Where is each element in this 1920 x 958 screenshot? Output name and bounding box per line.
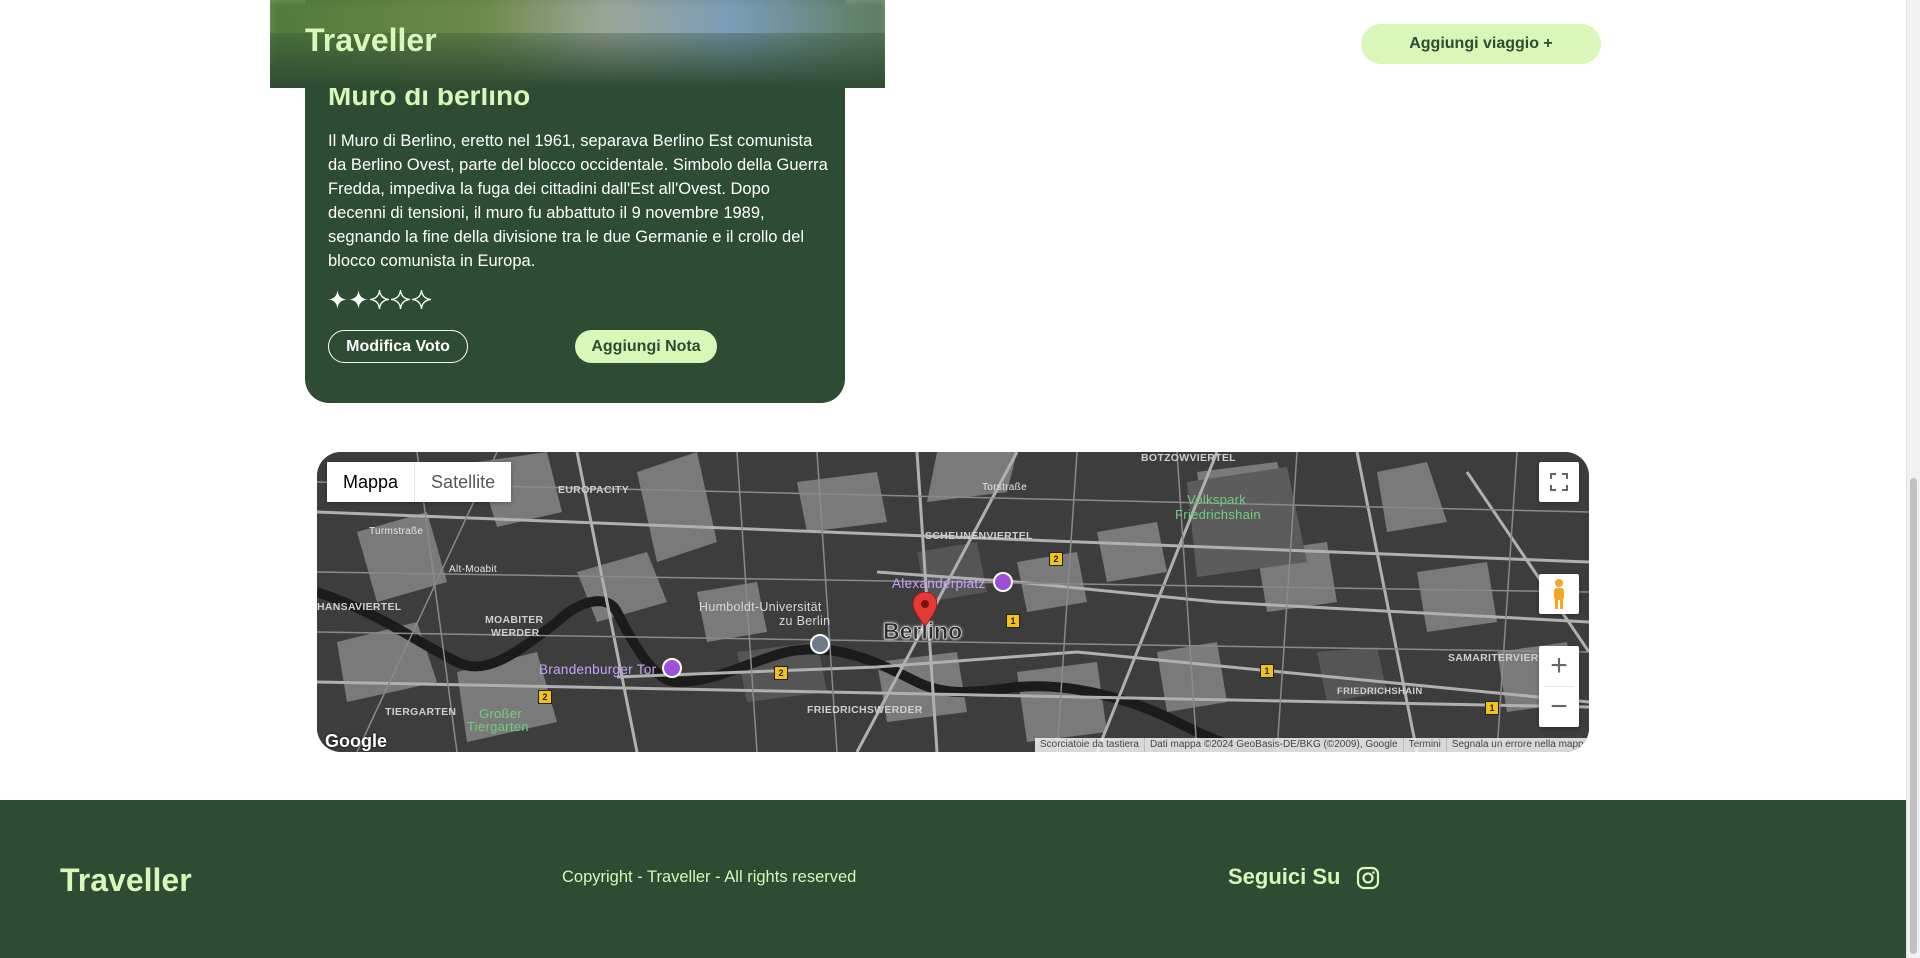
map-widget[interactable]: BOTZOWVIERTEL EUROPACITY Volkspark Fried… [317,452,1589,752]
star-empty-icon[interactable] [412,290,431,309]
map-label-botzowviertel: BOTZOWVIERTEL [1141,452,1236,464]
road-shield-1b: 1 [1260,664,1274,678]
road-shield-2: 2 [1049,552,1063,566]
alexanderplatz-poi-icon[interactable] [993,572,1013,592]
fullscreen-button[interactable] [1539,462,1579,502]
report-error-link[interactable]: Segnala un errore nella mappa [1447,738,1589,752]
pegman-icon [1554,579,1564,609]
map-label-tiergarten: Tiergarten [467,719,529,734]
add-trip-button[interactable]: Aggiungi viaggio + [1361,24,1601,64]
brandenburger-tor-poi-icon[interactable] [662,658,682,678]
street-view-button[interactable] [1539,574,1579,614]
star-empty-icon[interactable] [391,290,410,309]
keyboard-shortcuts-link[interactable]: Scorciatoie da tastiera [1035,738,1145,752]
map-label-friedrichshain: Friedrichshain [1175,507,1261,522]
footer-copyright: Copyright - Traveller - All rights reser… [562,868,857,886]
road-shield-2b: 2 [774,666,788,680]
terms-link[interactable]: Termini [1404,738,1447,752]
road-shield-1: 1 [1006,614,1020,628]
star-filled-icon[interactable] [328,290,347,309]
map-label-europacity: EUROPACITY [558,484,630,496]
add-note-button[interactable]: Aggiungi Nota [575,330,717,363]
footer-follow-label: Seguici Su [1228,864,1341,889]
map-attribution: Scorciatoie da tastiera Dati mappa ©2024… [1035,738,1589,752]
road-shield-2c: 2 [538,690,552,704]
map-type-map-button[interactable]: Mappa [327,462,415,502]
map-type-satellite-button[interactable]: Satellite [415,462,512,502]
map-label-friedrichswerder: FRIEDRICHSWERDER [807,704,923,716]
star-empty-icon[interactable] [370,290,389,309]
map-label-friedrichshain-district: FRIEDRICHSHAIN [1337,686,1423,697]
map-type-control: Mappa Satellite [327,462,512,502]
map-label-turmstrasse: Turmstraße [369,526,424,537]
map-label-moabiter-1: MOABITER [485,614,544,626]
map-pin-icon[interactable] [913,592,937,626]
footer: Traveller Copyright - Traveller - All ri… [0,800,1906,958]
map-label-torstrasse: Torstraße [982,482,1027,493]
map-label-humboldt-2: zu Berlin [779,614,831,628]
university-poi-icon[interactable] [810,634,830,654]
fullscreen-icon [1550,473,1568,491]
google-logo: Google [325,731,387,751]
instagram-icon[interactable] [1356,866,1380,890]
zoom-control: + − [1539,646,1579,727]
map-label-volkspark: Volkspark [1187,492,1247,507]
map-label-alt-moabit: Alt-Moabit [449,564,498,575]
star-filled-icon[interactable] [349,290,368,309]
page-scrollbar[interactable] [1906,0,1920,958]
edit-vote-button[interactable]: Modifica Voto [328,330,468,363]
road-shield-1c: 1 [1485,701,1499,715]
header-logo[interactable]: Traveller [305,22,437,59]
map-label-humboldt-1: Humboldt-Universität [699,600,822,614]
map-label-hansaviertel: HANSAVIERTEL [317,601,402,613]
map-label-moabiter-2: WERDER [491,627,540,639]
map-label-brandenburger-tor: Brandenburger Tor [539,662,657,677]
map-label-alexanderplatz: Alexanderplatz [892,576,986,591]
rating-stars [328,290,431,309]
zoom-in-button[interactable]: + [1539,646,1579,686]
map-label-scheunenviertel: SCHEUNENVIERTEL [925,530,1033,542]
map-data-text: Dati mappa ©2024 GeoBasis-DE/BKG (©2009)… [1145,738,1404,752]
footer-logo[interactable]: Traveller [60,862,192,899]
zoom-out-button[interactable]: − [1539,687,1579,727]
card-description: Il Muro di Berlino, eretto nel 1961, sep… [328,132,828,270]
scrollbar-thumb[interactable] [1910,478,1917,954]
map-label-tiergarten-district: TIERGARTEN [385,706,457,718]
